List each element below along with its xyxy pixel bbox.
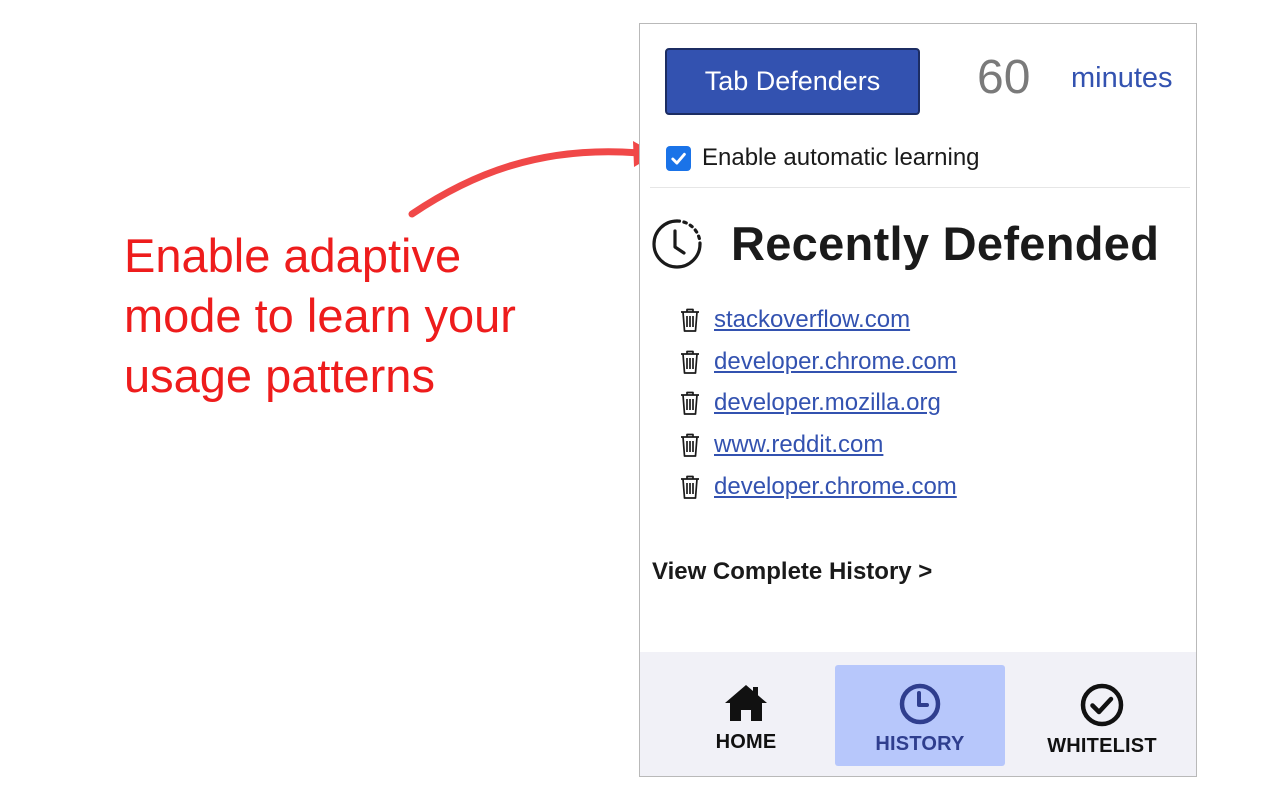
nav-label-history: HISTORY [875, 733, 965, 755]
history-item: developer.chrome.com [678, 466, 957, 508]
trash-icon[interactable] [678, 306, 702, 334]
annotation-line: Enable adaptive [124, 229, 462, 282]
view-complete-history-link[interactable]: View Complete History > [652, 558, 932, 586]
nav-tab-history[interactable]: HISTORY [835, 665, 1005, 766]
annotation-line: usage patterns [124, 349, 435, 402]
trash-icon[interactable] [678, 348, 702, 376]
section-header: Recently Defended [651, 216, 1159, 271]
automatic-learning-checkbox[interactable] [666, 145, 691, 171]
clock-icon [899, 683, 941, 725]
divider [650, 187, 1190, 188]
trash-icon[interactable] [678, 431, 702, 459]
automatic-learning-label: Enable automatic learning [702, 144, 980, 171]
automatic-learning-row[interactable]: Enable automatic learning [666, 144, 980, 172]
nav-label-home: HOME [715, 731, 777, 753]
history-item: www.reddit.com [678, 424, 957, 466]
history-item: developer.chrome.com [678, 341, 957, 383]
trash-icon[interactable] [678, 473, 702, 501]
nav-tab-home[interactable]: HOME [661, 665, 831, 766]
history-item: developer.mozilla.org [678, 382, 957, 424]
nav-label-whitelist: WHITELIST [1047, 735, 1157, 757]
history-list: stackoverflow.com developer.chrome.com d… [678, 299, 957, 507]
clock-history-icon [652, 218, 702, 269]
annotation-line: mode to learn your [124, 289, 516, 342]
history-link[interactable]: www.reddit.com [714, 431, 883, 459]
tab-defenders-button[interactable]: Tab Defenders [665, 48, 920, 115]
timer-unit: minutes [1071, 62, 1173, 94]
popup-panel: Tab Defenders 60 minutes Enable automati… [639, 23, 1197, 777]
nav-tab-whitelist[interactable]: WHITELIST [1017, 665, 1187, 766]
timer-value[interactable]: 60 [977, 50, 1030, 106]
home-icon [725, 685, 767, 721]
annotation-text: Enable adaptive mode to learn your usage… [124, 226, 594, 406]
history-link[interactable]: developer.mozilla.org [714, 389, 941, 417]
history-item: stackoverflow.com [678, 299, 957, 341]
check-circle-icon [1080, 683, 1124, 727]
trash-icon[interactable] [678, 389, 702, 417]
history-link[interactable]: stackoverflow.com [714, 306, 910, 334]
history-link[interactable]: developer.chrome.com [714, 473, 957, 501]
bottom-nav: HOME HISTORY WHITELIST [640, 652, 1196, 776]
section-title: Recently Defended [731, 217, 1160, 270]
checkmark-icon [671, 152, 686, 164]
history-link[interactable]: developer.chrome.com [714, 348, 957, 376]
